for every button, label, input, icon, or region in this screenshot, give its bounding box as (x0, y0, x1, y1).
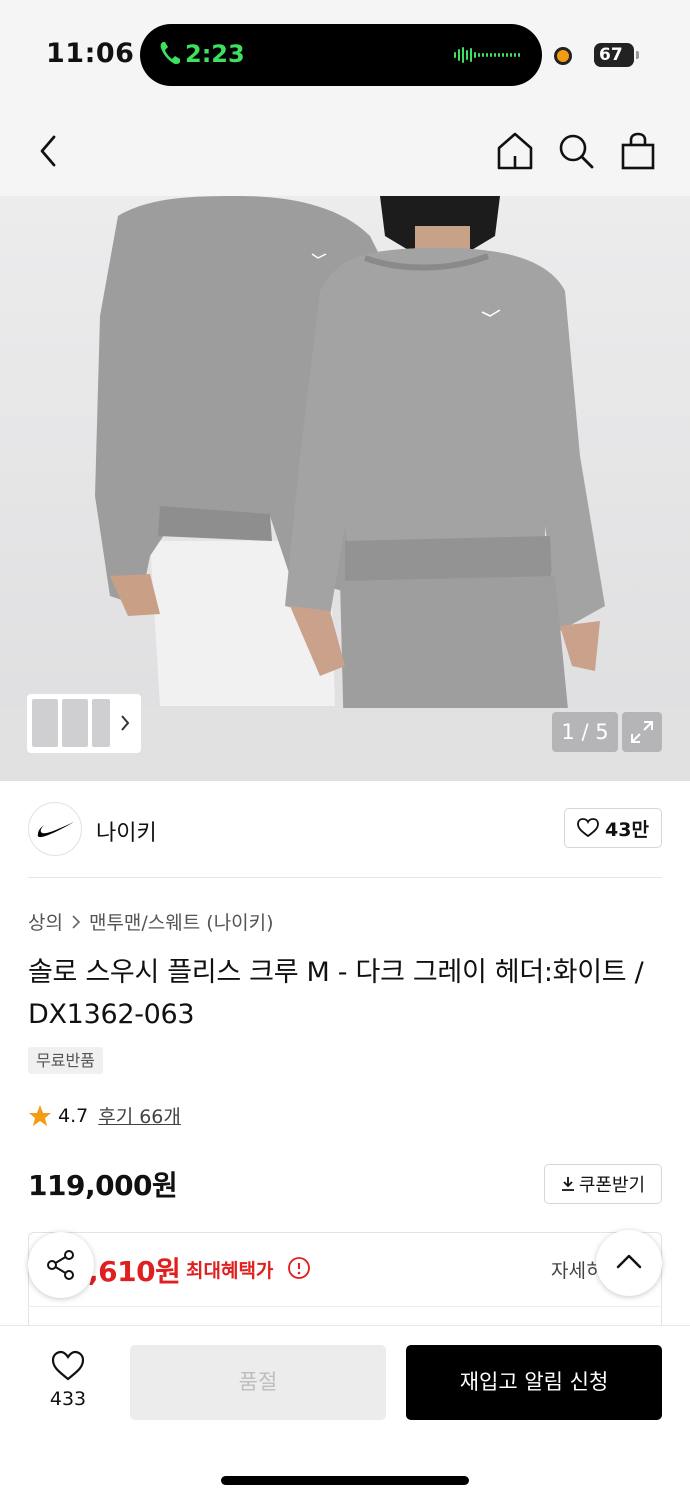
thumbnail-strip[interactable] (27, 694, 141, 753)
favorite-count: 43만 (605, 818, 649, 841)
breadcrumb-item-category[interactable]: 상의 (28, 908, 63, 935)
heart-icon (577, 818, 599, 838)
breadcrumb: 상의 맨투맨/스웨트 (나이키) (28, 908, 274, 935)
rating-row: 4.7 후기 66개 (28, 1102, 181, 1129)
status-time: 11:06 (46, 38, 135, 69)
rating-value: 4.7 (58, 1104, 89, 1127)
scroll-top-button[interactable] (596, 1230, 662, 1296)
divider (28, 877, 662, 878)
breadcrumb-item-subcategory[interactable]: 맨투맨/스웨트 (나이키) (89, 908, 274, 935)
star-icon (29, 1104, 51, 1126)
product-title: 솔로 스우시 플리스 크루 M - 다크 그레이 헤더:화이트 / DX1362… (28, 957, 644, 1030)
brand-logo[interactable] (28, 802, 82, 856)
coupon-label: 쿠폰받기 (578, 1175, 646, 1196)
max-benefit-price: ,610원 (88, 1255, 181, 1288)
share-button[interactable] (28, 1232, 94, 1298)
free-return-badge: 무료반품 (28, 1047, 103, 1074)
expand-icon (631, 721, 653, 743)
recording-indicator-icon (554, 47, 572, 65)
nike-swoosh-icon (37, 822, 74, 838)
brand-favorite-button[interactable]: 43만 (564, 808, 662, 848)
home-icon[interactable] (496, 131, 534, 171)
chevron-up-icon (616, 1254, 642, 1269)
image-counter: 1 / 5 (552, 712, 618, 752)
audio-waveform-icon (454, 46, 524, 64)
search-icon[interactable] (557, 132, 595, 170)
divider (28, 1306, 662, 1307)
brand-name[interactable]: 나이키 (96, 815, 157, 847)
home-indicator[interactable] (221, 1476, 469, 1485)
shopping-bag-icon[interactable] (620, 131, 656, 171)
coupon-button[interactable]: 쿠폰받기 (544, 1164, 662, 1204)
share-icon (47, 1250, 74, 1280)
thumbnail[interactable] (62, 699, 88, 747)
battery-icon: 67 (594, 43, 634, 67)
battery-tip (636, 51, 639, 59)
heart-icon (51, 1350, 85, 1381)
max-benefit-label: 최대혜택가 (186, 1260, 274, 1282)
chevron-right-icon[interactable] (119, 714, 131, 732)
soldout-button[interactable]: 품절 (130, 1345, 386, 1420)
phone-icon (160, 42, 180, 65)
thumbnail[interactable] (92, 699, 110, 747)
like-count: 433 (49, 1388, 87, 1410)
chevron-left-icon[interactable] (34, 134, 64, 168)
expand-button[interactable] (622, 712, 662, 752)
restock-alert-button[interactable]: 재입고 알림 신청 (406, 1345, 662, 1420)
detail-link[interactable]: 자세히 (551, 1256, 597, 1283)
download-icon (561, 1177, 574, 1191)
call-duration: 2:23 (185, 40, 245, 68)
info-icon[interactable] (287, 1256, 311, 1280)
review-link[interactable]: 후기 66개 (98, 1102, 181, 1129)
price: 119,000원 (28, 1169, 178, 1202)
chevron-right-icon (72, 914, 81, 929)
thumbnail[interactable] (32, 699, 58, 747)
